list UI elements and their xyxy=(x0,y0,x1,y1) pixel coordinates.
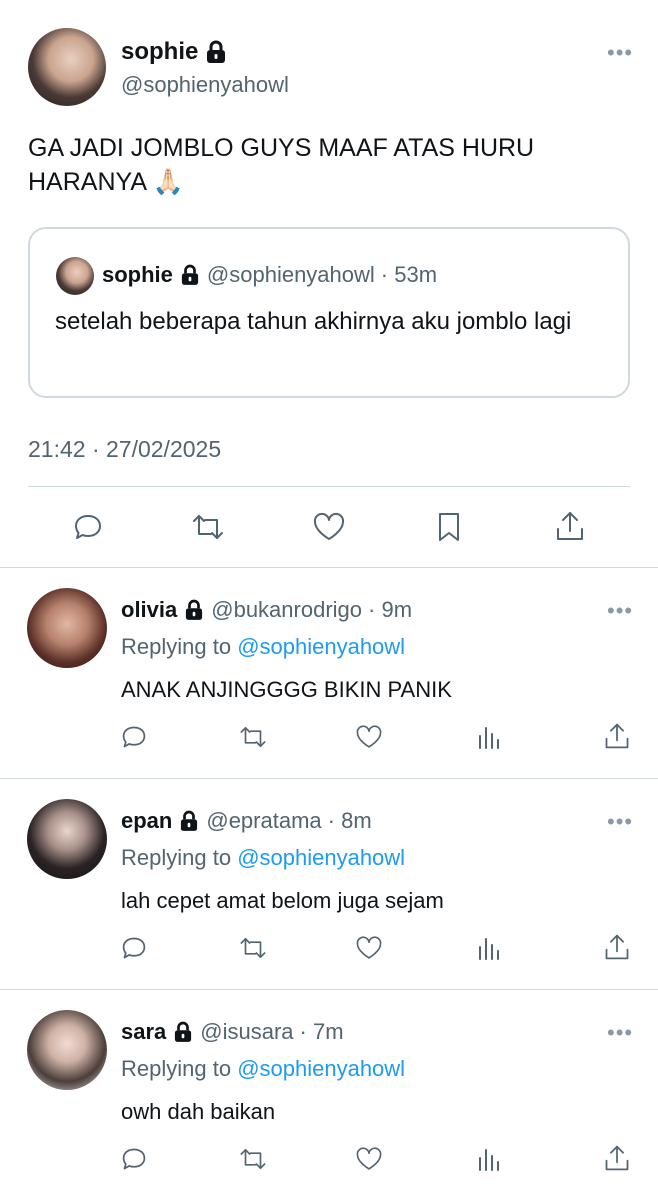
lock-icon xyxy=(175,1021,192,1042)
reply-text: owh dah baikan xyxy=(121,1099,276,1124)
main-tweet[interactable]: sophie @sophienyahowl ••• GA JADI JOMBLO… xyxy=(0,0,658,568)
tweet-timestamp[interactable]: 21:42 · 27/02/2025 xyxy=(28,436,221,463)
views-icon[interactable] xyxy=(474,722,504,752)
avatar[interactable] xyxy=(27,1010,107,1090)
reply-author-handle[interactable]: @bukanrodrigo xyxy=(211,596,362,624)
reply-actions xyxy=(0,716,658,756)
avatar[interactable] xyxy=(28,28,106,106)
retweet-icon[interactable] xyxy=(237,1144,269,1174)
quoted-handle: @sophienyahowl xyxy=(206,262,375,287)
like-icon[interactable] xyxy=(354,1144,384,1174)
like-icon[interactable] xyxy=(354,933,384,963)
more-options-icon[interactable]: ••• xyxy=(607,600,633,622)
lock-icon xyxy=(181,810,198,831)
reply-icon[interactable] xyxy=(119,1144,149,1174)
quoted-header: sophie @sophienyahowl · 53m xyxy=(102,261,437,289)
quoted-tweet[interactable]: sophie @sophienyahowl · 53m setelah bebe… xyxy=(28,227,630,398)
reply-time: · 9m xyxy=(368,597,413,622)
share-icon[interactable] xyxy=(602,1142,632,1174)
share-icon[interactable] xyxy=(553,509,587,543)
reply-author-name[interactable]: olivia xyxy=(121,596,177,624)
avatar[interactable] xyxy=(27,588,107,668)
views-icon[interactable] xyxy=(474,1144,504,1174)
reply-text: lah cepet amat belom juga sejam xyxy=(121,888,444,913)
replying-to: Replying to @sophienyahowl xyxy=(121,1056,406,1081)
tweet-actions xyxy=(0,487,658,567)
replying-to: Replying to @sophienyahowl xyxy=(121,845,406,870)
like-icon[interactable] xyxy=(311,511,347,543)
reply-time: · 8m xyxy=(327,808,372,833)
replying-to: Replying to @sophienyahowl xyxy=(121,634,406,659)
reply-icon[interactable] xyxy=(70,511,106,543)
reply-author-handle[interactable]: @isusara xyxy=(200,1018,293,1046)
retweet-icon[interactable] xyxy=(189,511,227,543)
reply-author-handle[interactable]: @epratama xyxy=(206,807,321,835)
retweet-icon[interactable] xyxy=(237,933,269,963)
tweet-text: GA JADI JOMBLO GUYS MAAF ATAS HURU HARAN… xyxy=(28,134,535,196)
quoted-name: sophie xyxy=(102,262,173,287)
more-options-icon[interactable]: ••• xyxy=(607,1022,633,1044)
views-icon[interactable] xyxy=(474,933,504,963)
like-icon[interactable] xyxy=(354,722,384,752)
reply-author-name[interactable]: epan xyxy=(121,807,172,835)
lock-icon xyxy=(181,264,199,285)
reply-actions xyxy=(0,1138,658,1178)
quoted-text: setelah beberapa tahun akhirnya aku jomb… xyxy=(55,308,572,335)
reply-text: ANAK ANJINGGGG BIKIN PANIK xyxy=(121,677,452,702)
reply-header: epan @epratama · 8m xyxy=(121,807,372,835)
lock-icon xyxy=(186,599,203,620)
avatar[interactable] xyxy=(27,799,107,879)
reply-icon[interactable] xyxy=(119,722,149,752)
more-options-icon[interactable]: ••• xyxy=(607,811,633,833)
replying-to-link[interactable]: @sophienyahowl xyxy=(237,845,405,870)
share-icon[interactable] xyxy=(602,931,632,963)
reply-header: sara @isusara · 7m xyxy=(121,1018,344,1046)
reply-tweet[interactable]: sara @isusara · 7m ••• Replying to @soph… xyxy=(0,990,658,1200)
reply-author-name[interactable]: sara xyxy=(121,1018,166,1046)
author-handle[interactable]: @sophienyahowl xyxy=(121,72,289,98)
quoted-avatar xyxy=(56,257,94,295)
bookmark-icon[interactable] xyxy=(432,511,466,543)
more-options-icon[interactable]: ••• xyxy=(607,42,633,64)
lock-icon xyxy=(207,40,226,63)
reply-tweet[interactable]: olivia @bukanrodrigo · 9m ••• Replying t… xyxy=(0,568,658,779)
reply-header: olivia @bukanrodrigo · 9m xyxy=(121,596,412,624)
reply-time: · 7m xyxy=(299,1019,344,1044)
reply-tweet[interactable]: epan @epratama · 8m ••• Replying to @sop… xyxy=(0,779,658,990)
author-name[interactable]: sophie xyxy=(121,38,226,66)
quoted-time: · 53m xyxy=(380,262,438,287)
replying-to-link[interactable]: @sophienyahowl xyxy=(237,1056,405,1081)
reply-actions xyxy=(0,927,658,967)
retweet-icon[interactable] xyxy=(237,722,269,752)
share-icon[interactable] xyxy=(602,720,632,752)
replying-to-link[interactable]: @sophienyahowl xyxy=(237,634,405,659)
reply-icon[interactable] xyxy=(119,933,149,963)
